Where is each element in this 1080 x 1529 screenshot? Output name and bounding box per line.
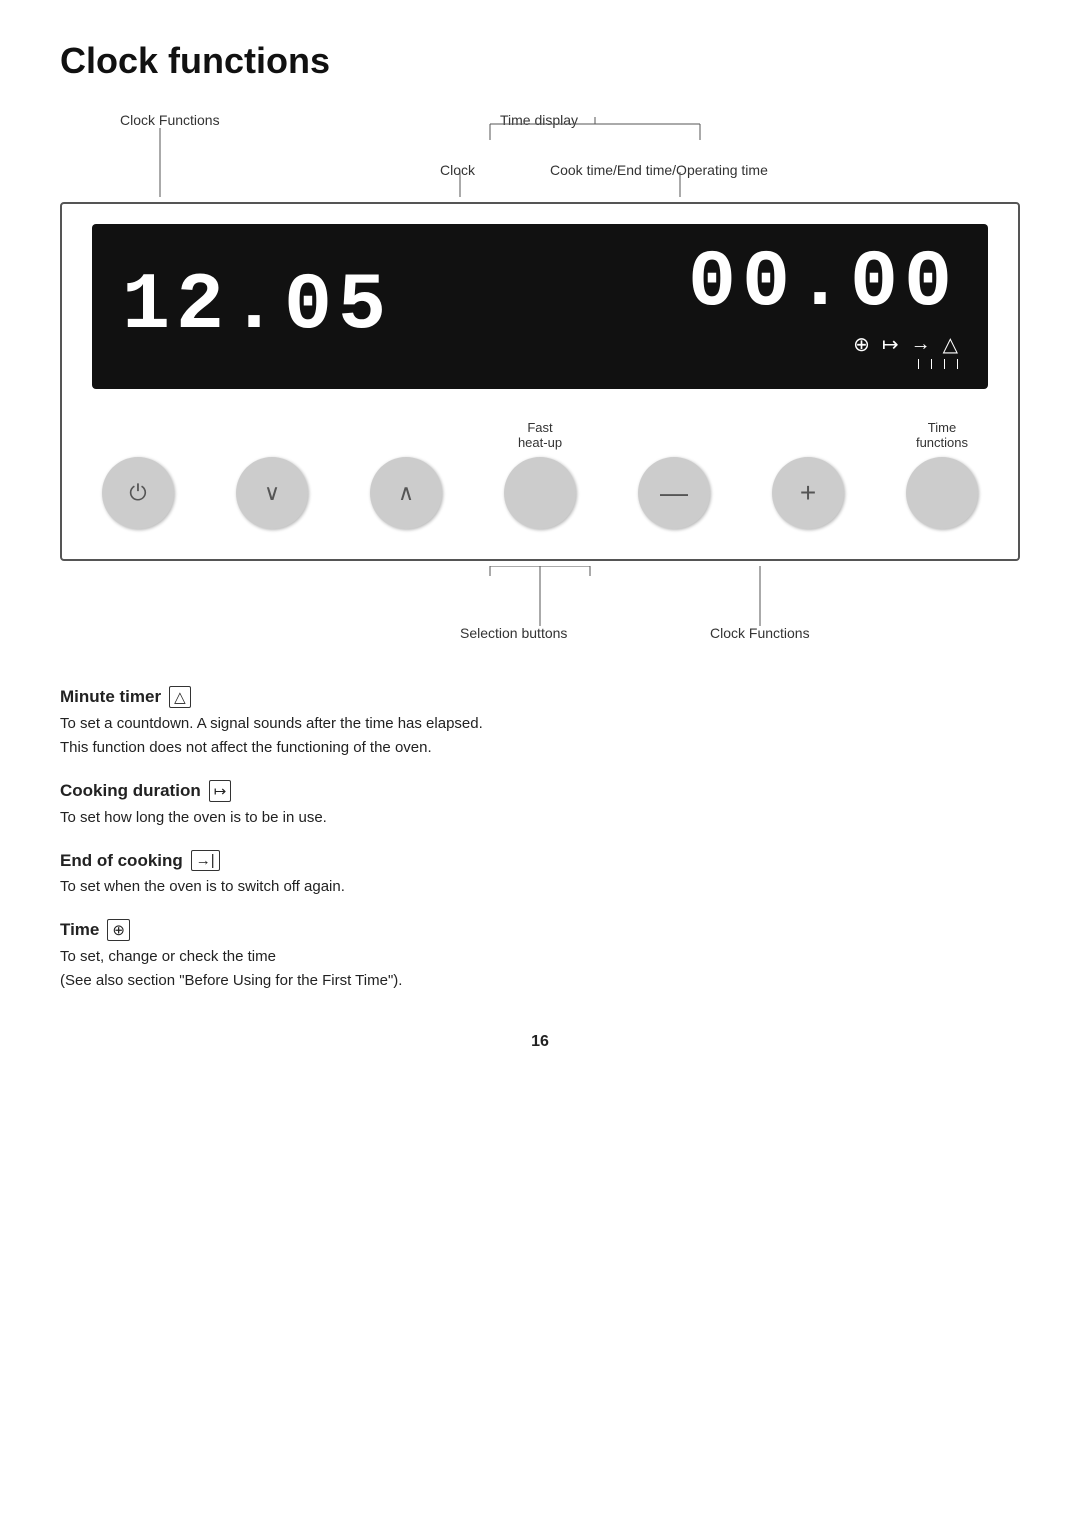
section-title-minute-timer: Minute timer △ <box>60 686 1020 708</box>
button-label-timefunctions: Time functions <box>916 419 968 451</box>
tick-2 <box>931 359 932 369</box>
section-title-end-of-cooking: End of cooking →| <box>60 850 1020 871</box>
tick-1 <box>918 359 919 369</box>
page-title: Clock functions <box>60 40 1020 82</box>
label-clock-functions-bottom: Clock Functions <box>710 625 810 641</box>
label-clock: Clock <box>440 162 475 178</box>
up-button[interactable]: ∧ <box>370 457 442 529</box>
plus-button[interactable]: + <box>772 457 844 529</box>
minute-timer-icon: △ <box>169 686 191 708</box>
button-group-minus: — <box>638 419 710 529</box>
display-left: 12.05 <box>122 267 392 347</box>
section-title-text: End of cooking <box>60 851 183 871</box>
button-label-fastheatup: Fast heat-up <box>518 419 562 451</box>
tick-marks <box>918 359 958 369</box>
icon-arrow-right: → <box>911 333 931 356</box>
top-labels: Clock Functions Time display Clock Cook … <box>60 112 1020 202</box>
section-title-cooking-duration: Cooking duration ↦ <box>60 780 1020 802</box>
display-right: 00.00 ⊕ ↦ → △ <box>688 244 958 369</box>
diagram-area: Clock Functions Time display Clock Cook … <box>60 112 1020 646</box>
label-selection-buttons: Selection buttons <box>460 625 567 641</box>
down-button[interactable]: ∨ <box>236 457 308 529</box>
section-text-minute-timer: To set a countdown. A signal sounds afte… <box>60 712 1020 760</box>
cooking-duration-icon: ↦ <box>209 780 232 802</box>
bottom-labels: Selection buttons Clock Functions <box>60 566 1020 646</box>
icon-circle-plus: ⊕ <box>853 332 870 357</box>
oven-panel: 12.05 00.00 ⊕ ↦ → △ <box>60 202 1020 561</box>
display-icons-row: ⊕ ↦ → △ <box>853 332 958 357</box>
section-title-text: Cooking duration <box>60 781 201 801</box>
fast-heatup-button[interactable] <box>504 457 576 529</box>
section-title-text: Time <box>60 920 99 940</box>
button-group-fastheatup: Fast heat-up <box>504 419 576 529</box>
button-group-down: ∨ <box>236 419 308 529</box>
power-button[interactable]: ⏻ <box>102 457 174 529</box>
tick-3 <box>944 359 945 369</box>
section-text-end-of-cooking: To set when the oven is to switch off ag… <box>60 875 1020 899</box>
icon-bell: △ <box>943 332 958 357</box>
label-cook-time: Cook time/End time/Operating time <box>550 162 768 178</box>
label-time-display: Time display <box>500 112 578 128</box>
buttons-row: ⏻ ∨ ∧ Fast heat-up — <box>92 419 988 529</box>
section-time: Time ⊕ To set, change or check the time … <box>60 919 1020 993</box>
label-clock-functions: Clock Functions <box>120 112 220 128</box>
button-group-power: ⏻ <box>102 419 174 529</box>
display-screen: 12.05 00.00 ⊕ ↦ → △ <box>92 224 988 389</box>
section-minute-timer: Minute timer △ To set a countdown. A sig… <box>60 686 1020 760</box>
section-title-time: Time ⊕ <box>60 919 1020 941</box>
button-group-timefunctions: Time functions <box>906 419 978 529</box>
end-of-cooking-icon: →| <box>191 850 220 871</box>
icon-arrow-bar-right: ↦ <box>882 332 899 357</box>
button-group-plus: + <box>772 419 844 529</box>
section-cooking-duration: Cooking duration ↦ To set how long the o… <box>60 780 1020 830</box>
section-title-text: Minute timer <box>60 687 161 707</box>
page-number: 16 <box>60 1033 1020 1051</box>
display-time-secondary: 00.00 <box>688 244 958 324</box>
time-icon: ⊕ <box>107 919 130 941</box>
button-group-up: ∧ <box>370 419 442 529</box>
minus-button[interactable]: — <box>638 457 710 529</box>
tick-4 <box>957 359 958 369</box>
section-text-cooking-duration: To set how long the oven is to be in use… <box>60 806 1020 830</box>
time-functions-button[interactable] <box>906 457 978 529</box>
section-text-time: To set, change or check the time (See al… <box>60 945 1020 993</box>
section-end-of-cooking: End of cooking →| To set when the oven i… <box>60 850 1020 899</box>
display-time-main: 12.05 <box>122 267 392 347</box>
